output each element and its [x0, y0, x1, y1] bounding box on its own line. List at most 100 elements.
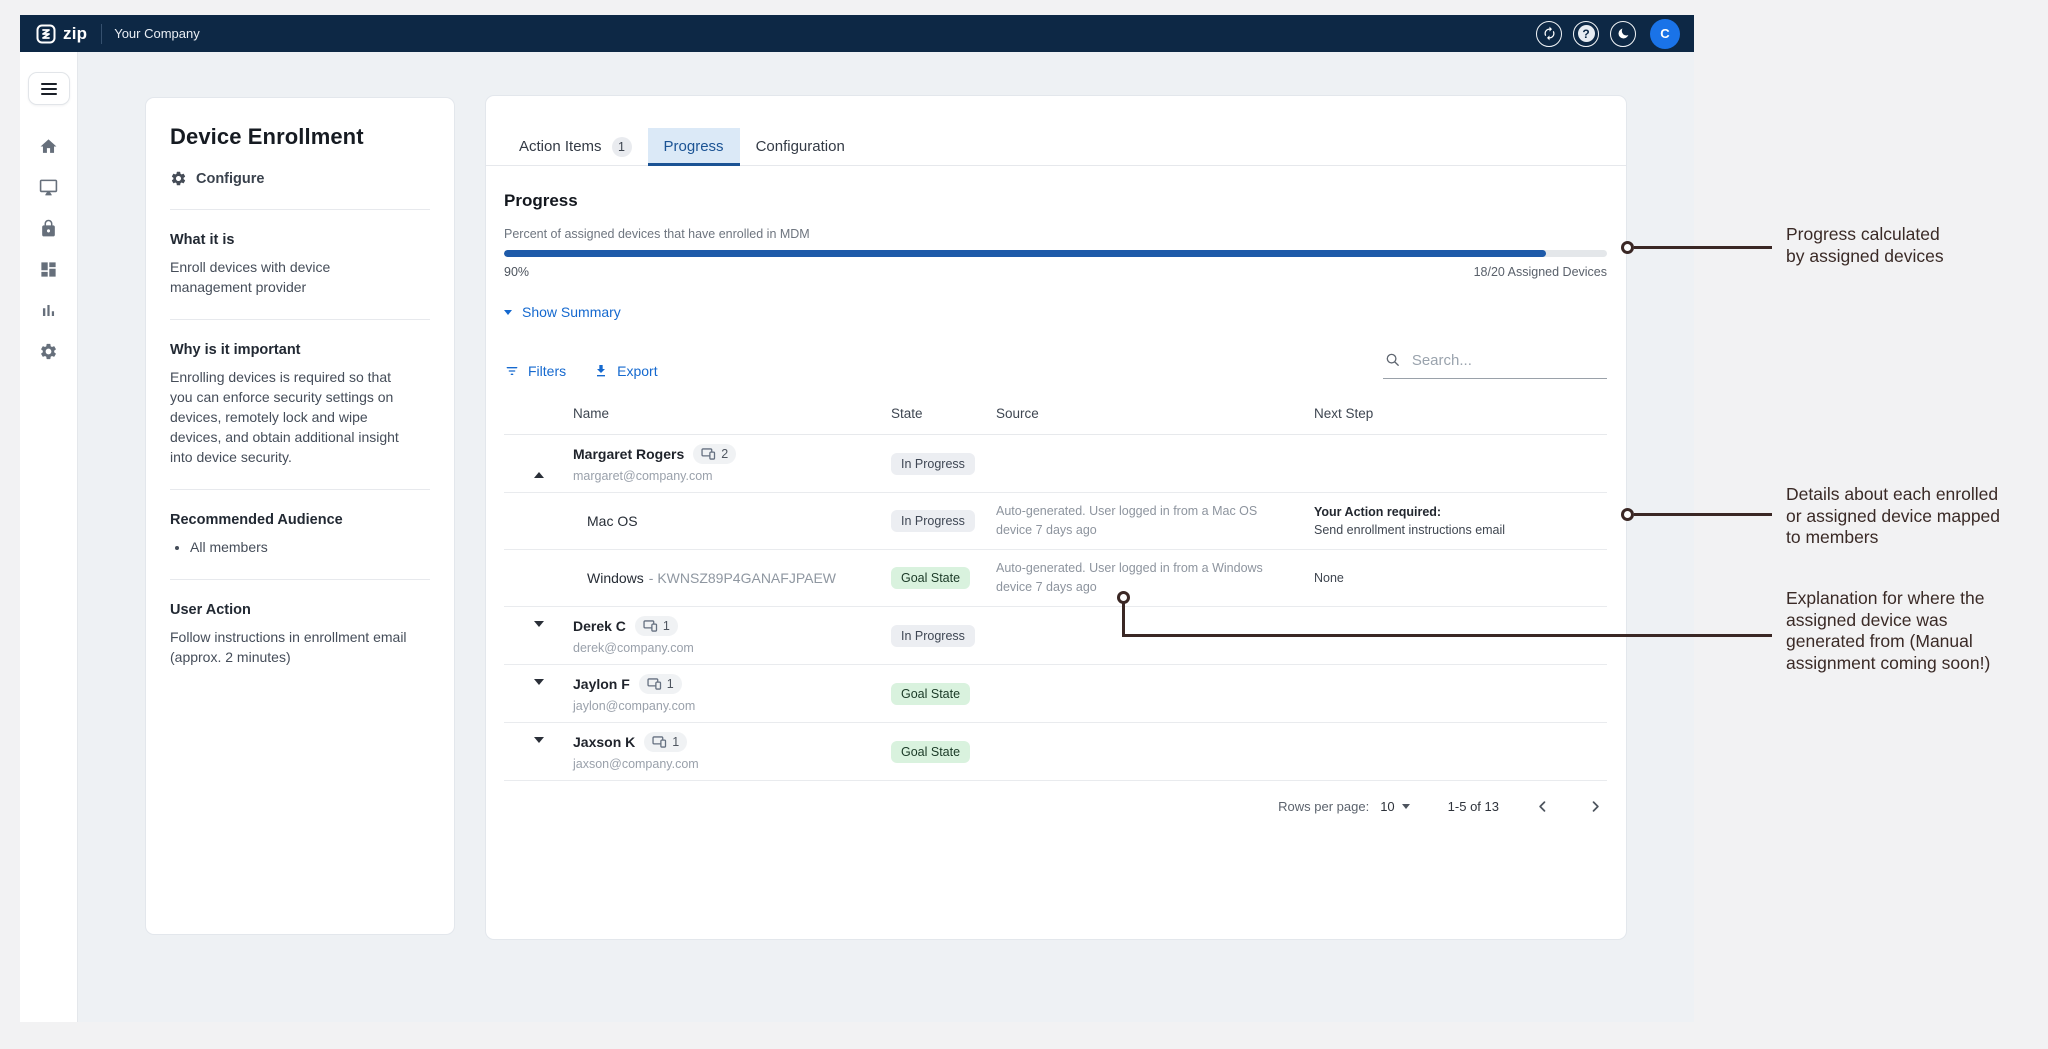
device-count-badge: 1 [644, 732, 688, 752]
progress-percent-label: 90% [504, 265, 530, 279]
chevron-down-icon [534, 620, 544, 644]
table-pagination: Rows per page: 10 1-5 of 13 [504, 797, 1607, 816]
progress-subtitle: Percent of assigned devices that have en… [504, 227, 810, 241]
help-icon: ? [1577, 25, 1595, 42]
bar-chart-icon [42, 304, 55, 317]
state-badge: Goal State [891, 740, 971, 763]
member-name: Margaret Rogers [573, 446, 685, 462]
sidebar-item-devices[interactable] [39, 178, 58, 197]
sidebar-item-reports[interactable] [39, 301, 58, 320]
navbar-divider [101, 23, 103, 44]
member-name: Derek C [573, 618, 626, 634]
menu-toggle-button[interactable] [27, 72, 70, 105]
device-count: 1 [662, 619, 670, 633]
sidebar-item-security[interactable] [39, 219, 58, 238]
configure-label: Configure [196, 170, 265, 187]
dark-mode-button[interactable] [1610, 20, 1636, 47]
user-action-heading: User Action [170, 602, 251, 618]
divider [170, 489, 430, 490]
member-email: derek@company.com [573, 641, 694, 655]
filters-button[interactable]: Filters [504, 363, 566, 379]
annotation-connector-line [1122, 603, 1125, 637]
member-email: jaxson@company.com [573, 757, 699, 771]
left-rail [20, 52, 78, 1022]
assigned-devices-label: 18/20 Assigned Devices [1473, 265, 1607, 279]
what-body: Enroll devices with device management pr… [170, 259, 331, 295]
home-icon [40, 139, 57, 153]
table-row-device: Windows - KWNSZ89P4GANAFJPAEW Goal State … [504, 550, 1607, 607]
rows-per-page-select[interactable]: 10 [1380, 799, 1410, 814]
table-row-member: Jaylon F 1 jaylon@company.com Goal State [504, 665, 1607, 723]
device-source: Auto-generated. User logged in from a Ma… [996, 504, 1258, 537]
filter-icon [506, 367, 518, 375]
devices-icon [647, 678, 661, 690]
progress-bar [504, 250, 1607, 257]
collapse-row-button[interactable] [504, 454, 573, 478]
device-name: Windows [587, 570, 644, 586]
tab-progress-label: Progress [663, 138, 724, 155]
annotation-source-explanation: Explanation for where the assigned devic… [1786, 588, 1991, 673]
expand-row-button[interactable] [504, 620, 573, 645]
zip-logo: zip [36, 24, 87, 44]
divider [170, 209, 430, 210]
sidebar-item-dashboard[interactable] [39, 260, 58, 279]
tab-bar: Action Items 1 Progress Configuration [486, 96, 1626, 166]
export-button[interactable]: Export [593, 363, 658, 379]
expand-row-button[interactable] [504, 736, 573, 761]
why-body: Enrolling devices is required so that yo… [170, 369, 399, 465]
expand-row-button[interactable] [504, 678, 573, 703]
tab-action-items[interactable]: Action Items 1 [503, 128, 648, 165]
devices-icon [701, 448, 716, 460]
table-toolbar: Filters Export [504, 351, 1607, 379]
user-avatar[interactable]: C [1650, 18, 1680, 49]
previous-page-button[interactable] [1533, 797, 1552, 816]
tab-action-items-label: Action Items [519, 138, 602, 155]
navbar-actions: ? C [1536, 18, 1680, 49]
search-input[interactable] [1411, 351, 1607, 369]
pagination-range: 1-5 of 13 [1447, 799, 1499, 814]
sidebar-item-home[interactable] [39, 137, 58, 156]
tab-configuration-label: Configuration [755, 138, 845, 155]
device-name: Mac OS [587, 513, 638, 529]
rows-per-page-label: Rows per page: [1278, 799, 1370, 814]
tab-progress[interactable]: Progress [647, 128, 740, 166]
column-header-name: Name [573, 406, 610, 421]
monitor-icon [39, 179, 58, 196]
gear-icon [41, 343, 56, 360]
chevron-left-icon [1539, 801, 1546, 812]
show-summary-toggle[interactable]: Show Summary [504, 304, 621, 320]
member-name: Jaxson K [573, 734, 636, 750]
what-heading: What it is [170, 232, 235, 248]
state-badge: In Progress [891, 510, 975, 532]
download-icon [597, 365, 606, 377]
why-heading: Why is it important [170, 342, 301, 358]
tab-configuration[interactable]: Configuration [740, 128, 861, 165]
search-icon [1386, 353, 1399, 366]
configure-button[interactable]: Configure [170, 170, 430, 187]
table-row-device: Mac OS In Progress Auto-generated. User … [504, 493, 1607, 550]
sidebar-item-settings[interactable] [39, 342, 58, 361]
chevron-down-icon [1401, 804, 1410, 809]
state-badge: Goal State [891, 567, 971, 589]
member-email: margaret@company.com [573, 469, 713, 483]
progress-fill [504, 250, 1547, 257]
device-enrollment-panel: Device Enrollment Configure What it is E… [145, 97, 455, 935]
annotation-connector-dot [1117, 591, 1130, 604]
device-count-badge: 1 [634, 616, 678, 636]
chevron-down-icon [534, 736, 544, 760]
help-button[interactable]: ? [1573, 20, 1599, 47]
zip-logo-icon [36, 24, 56, 43]
annotation-progress: Progress calculated by assigned devices [1786, 224, 1944, 266]
devices-icon [652, 736, 667, 748]
next-page-button[interactable] [1586, 797, 1605, 816]
device-count: 2 [721, 447, 729, 461]
table-row-member: Margaret Rogers 2 margaret@company.com I… [504, 435, 1607, 493]
annotation-connector-dot [1621, 508, 1634, 521]
state-badge: In Progress [891, 624, 975, 647]
state-badge: Goal State [891, 682, 971, 705]
sync-button[interactable] [1536, 20, 1562, 47]
divider [170, 579, 430, 580]
column-header-source: Source [996, 406, 1039, 421]
device-source: Auto-generated. User logged in from a Wi… [996, 561, 1263, 594]
user-action-body: Follow instructions in enrollment email … [170, 629, 407, 665]
